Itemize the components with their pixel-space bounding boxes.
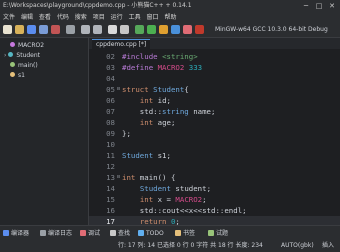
tree-item-s1[interactable]: s1 [10, 71, 25, 80]
code-line[interactable]: struct Student{ [122, 84, 189, 95]
line-number: 06 [106, 96, 115, 105]
tab-todo[interactable]: TODO [138, 226, 164, 241]
menu-edit[interactable]: 编辑 [21, 14, 33, 21]
tool-window-label: 试题 [216, 230, 229, 237]
menu-file[interactable]: 文件 [3, 14, 15, 21]
line-number: 14 [106, 184, 115, 193]
line-number: 13 [106, 173, 115, 182]
code-line[interactable]: #define MACRO2 333 [122, 62, 202, 73]
compile-icon[interactable] [135, 25, 144, 34]
code-line[interactable]: int x = MACRO2; [122, 194, 207, 205]
minimize-button[interactable]: ─ [300, 0, 312, 12]
line-number: 05 [106, 85, 115, 94]
function-icon [10, 62, 15, 67]
menu-run[interactable]: 运行 [111, 14, 123, 21]
line-number: 03 [106, 63, 115, 72]
bookmarks-icon [175, 230, 181, 236]
todo-icon [138, 230, 144, 236]
toolbar: MinGW-w64 GCC 10.3.0 64-bit Debug [0, 23, 340, 38]
new-file-icon[interactable] [3, 25, 12, 34]
tool-window-label: 书签 [183, 230, 196, 237]
line-number: 15 [106, 195, 115, 204]
menu-bar: 文件 编辑 查看 代码 搜索 项目 运行 工具 窗口 帮助 [0, 12, 340, 23]
tab-debug[interactable]: 调试 [80, 226, 100, 241]
run-icon[interactable] [147, 25, 156, 34]
undo-icon[interactable] [81, 25, 90, 34]
macro-icon [10, 42, 15, 47]
menu-tools[interactable]: 工具 [129, 14, 141, 21]
code-line[interactable]: int age; [122, 117, 176, 128]
line-number: 09 [106, 129, 115, 138]
status-bar: 行: 17 列: 14 已选择 0 行 0 字符 共 18 行 长度: 234 … [0, 240, 340, 252]
compile-run-icon[interactable] [159, 25, 168, 34]
compiler-icon [3, 230, 9, 236]
menu-project[interactable]: 项目 [93, 14, 105, 21]
close-button[interactable]: ✕ [326, 0, 338, 12]
rebuild-icon[interactable] [171, 25, 180, 34]
cursor-position: 行: 17 列: 14 已选择 0 行 0 字符 共 18 行 长度: 234 [118, 242, 263, 249]
debug-icon [80, 230, 86, 236]
tool-window-label: TODO [146, 230, 164, 237]
code-line[interactable]: std::cout<<x<<std::endl; [122, 205, 247, 216]
save-all-icon[interactable] [39, 25, 48, 34]
tool-window-label: 查找 [118, 230, 131, 237]
find-icon [110, 230, 116, 236]
code-line[interactable]: #include <string> [122, 51, 198, 62]
code-line[interactable]: std::string name; [122, 106, 216, 117]
tool-window-label: 编译日志 [48, 230, 73, 237]
line-number: 04 [106, 74, 115, 83]
line-number: 11 [106, 151, 115, 160]
save-icon[interactable] [27, 25, 36, 34]
line-number: 12 [106, 162, 115, 171]
tool-window-label: 编译器 [11, 230, 30, 237]
code-editor[interactable]: 02 #include <string> 03 #define MACRO2 333 0… [89, 49, 340, 237]
replace-icon[interactable] [120, 25, 129, 34]
tree-item-macro2[interactable]: MACRO2 [10, 41, 44, 50]
tool-window-label: 调试 [88, 230, 101, 237]
menu-search[interactable]: 搜索 [75, 14, 87, 21]
menu-help[interactable]: 帮助 [164, 14, 176, 21]
problems-icon [208, 230, 214, 236]
tree-item-main[interactable]: main() [10, 61, 38, 70]
encoding-indicator[interactable]: AUTO(gbk) [281, 240, 314, 252]
code-line[interactable]: int id; [122, 95, 171, 106]
menu-view[interactable]: 查看 [39, 14, 51, 21]
expand-arrow-icon[interactable]: › [4, 52, 6, 59]
debug-icon[interactable] [183, 25, 192, 34]
tab-compile-log[interactable]: 编译日志 [40, 226, 72, 241]
line-number: 16 [106, 206, 115, 215]
class-browser-panel: MACRO2 › Student main() s1 [0, 38, 89, 225]
close-file-icon[interactable] [51, 25, 60, 34]
menu-code[interactable]: 代码 [57, 14, 69, 21]
tab-bookmarks[interactable]: 书签 [175, 226, 195, 241]
line-number: 07 [106, 107, 115, 116]
stop-icon[interactable] [195, 25, 204, 34]
print-icon[interactable] [66, 25, 75, 34]
find-icon[interactable] [108, 25, 117, 34]
title-bar: E:\Workspaces\playground\cppdemo.cpp - 小… [0, 0, 340, 12]
open-folder-icon[interactable] [15, 25, 24, 34]
variable-icon [10, 72, 15, 77]
line-number: 02 [106, 52, 115, 61]
code-line[interactable]: Student student; [122, 183, 211, 194]
redo-icon[interactable] [93, 25, 102, 34]
window-title: E:\Workspaces\playground\cppdemo.cpp - 小… [3, 2, 192, 9]
compile-log-icon [40, 230, 46, 236]
line-number: 10 [106, 140, 115, 149]
line-number: 08 [106, 118, 115, 127]
maximize-button[interactable]: □ [313, 0, 325, 12]
tree-item-student[interactable]: › Student [4, 51, 40, 60]
insert-mode-indicator: 插入 [322, 242, 335, 249]
editor-tab-bar: cppdemo.cpp [*] [89, 38, 340, 50]
compiler-select[interactable]: MinGW-w64 GCC 10.3.0 64-bit Debug [215, 25, 337, 34]
tab-problems[interactable]: 试题 [208, 226, 228, 241]
tab-find[interactable]: 查找 [110, 226, 130, 241]
tab-compiler[interactable]: 编译器 [3, 226, 29, 241]
code-line[interactable]: int main() { [122, 172, 175, 183]
struct-icon [8, 52, 14, 57]
code-line[interactable]: Student s1; [122, 150, 171, 161]
menu-window[interactable]: 窗口 [147, 14, 159, 21]
code-line[interactable]: }; [122, 128, 131, 139]
tool-window-bar: 编译器 编译日志 调试 查找 TODO 书签 试题 [0, 225, 340, 241]
